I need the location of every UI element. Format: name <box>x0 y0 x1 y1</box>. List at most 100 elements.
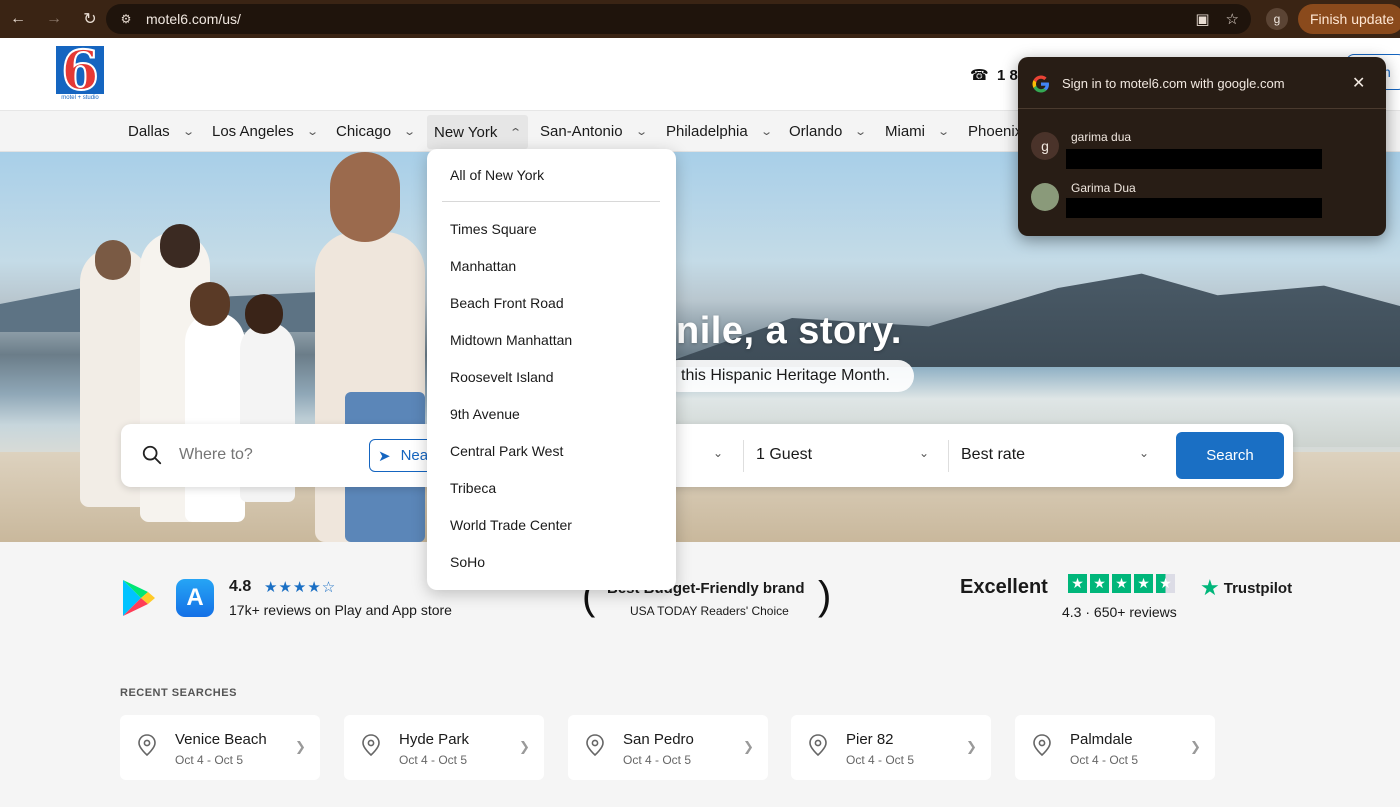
hero-title: nile, a story. <box>676 310 902 352</box>
dropdown-item[interactable]: Times Square <box>450 221 537 237</box>
chevron-down-icon: ⌄ <box>937 126 951 138</box>
rating-stars-icon: ★★★★☆ <box>264 579 337 596</box>
trustpilot-logo[interactable]: ★ Trustpilot <box>1200 575 1292 601</box>
half-star-icon: ★ <box>1156 574 1175 593</box>
dropdown-item[interactable]: Tribeca <box>450 480 496 496</box>
profile-avatar[interactable]: g <box>1266 8 1288 30</box>
app-rating-value: 4.8 <box>229 578 252 595</box>
redacted-email <box>1066 198 1322 218</box>
recent-search-card[interactable]: Palmdale Oct 4 - Oct 5 ❯ <box>1015 715 1215 780</box>
dropdown-item[interactable]: SoHo <box>450 554 485 570</box>
google-play-icon[interactable] <box>121 578 157 618</box>
dropdown-item-all-new-york[interactable]: All of New York <box>450 167 544 183</box>
chevron-right-icon: ❯ <box>519 739 530 754</box>
recent-search-card[interactable]: Pier 82 Oct 4 - Oct 5 ❯ <box>791 715 991 780</box>
city-nav-item[interactable]: Los Angeles ⌄ <box>205 111 324 152</box>
location-pin-icon <box>138 734 156 756</box>
app-reviews-text: 17k+ reviews on Play and App store <box>229 602 452 618</box>
recent-search-dates: Oct 4 - Oct 5 <box>399 753 468 767</box>
account-avatar[interactable]: g <box>1031 132 1059 160</box>
dropdown-item[interactable]: Beach Front Road <box>450 295 564 311</box>
city-nav-item[interactable]: Orlando ⌄ <box>782 111 873 152</box>
recent-search-title: Hyde Park <box>399 731 470 748</box>
back-arrow-icon[interactable]: ← <box>0 0 36 38</box>
dropdown-item[interactable]: Central Park West <box>450 443 563 459</box>
city-nav-item[interactable]: Chicago ⌄ <box>329 111 421 152</box>
ratings-row: A 4.8 ★★★★☆ 17k+ reviews on Play and App… <box>0 542 1400 662</box>
chevron-right-icon: ❯ <box>1190 739 1201 754</box>
search-button[interactable]: Search <box>1176 432 1284 479</box>
location-pin-icon <box>586 734 604 756</box>
bookmark-star-icon[interactable]: ☆ <box>1226 10 1239 28</box>
account-avatar-photo[interactable] <box>1031 183 1059 211</box>
google-logo-icon <box>1032 75 1049 93</box>
recent-searches-heading: RECENT SEARCHES <box>120 687 237 699</box>
guest-selector[interactable]: 1 Guest <box>756 446 812 464</box>
divider <box>948 440 949 472</box>
dropdown-item[interactable]: Manhattan <box>450 258 516 274</box>
recent-search-title: Pier 82 <box>846 731 894 748</box>
dropdown-item[interactable]: 9th Avenue <box>450 406 520 422</box>
location-pin-icon <box>362 734 380 756</box>
search-icon <box>142 445 162 465</box>
recent-search-card[interactable]: Hyde Park Oct 4 - Oct 5 ❯ <box>344 715 544 780</box>
location-pin-icon <box>809 734 827 756</box>
google-signin-popup: Sign in to motel6.com with google.com ✕ … <box>1018 57 1386 236</box>
location-pin-icon <box>1033 734 1051 756</box>
trustpilot-label: Excellent <box>960 576 1048 598</box>
reload-icon[interactable]: ↻ <box>72 0 108 38</box>
account-name[interactable]: garima dua <box>1071 130 1131 144</box>
cast-icon[interactable]: ▣ <box>1195 10 1209 28</box>
recent-search-dates: Oct 4 - Oct 5 <box>846 753 915 767</box>
recent-search-title: Palmdale <box>1070 731 1133 748</box>
chevron-down-icon: ⌄ <box>634 126 648 138</box>
logo-tagline: motel + studio <box>61 95 99 101</box>
city-nav-item[interactable]: Dallas ⌄ <box>121 111 200 152</box>
motel6-logo[interactable]: 6 <box>56 42 104 98</box>
award-subtitle: USA TODAY Readers' Choice <box>630 604 789 618</box>
city-nav-item[interactable]: Philadelphia ⌄ <box>659 111 778 152</box>
chevron-right-icon: ❯ <box>966 739 977 754</box>
trustpilot-stars: ★ ★ ★ ★ ★ <box>1068 574 1175 593</box>
chevron-down-icon[interactable]: ⌄ <box>1139 446 1149 460</box>
redacted-email <box>1066 149 1322 169</box>
chevron-down-icon: ⌄ <box>403 126 417 138</box>
recent-search-card[interactable]: San Pedro Oct 4 - Oct 5 ❯ <box>568 715 768 780</box>
address-bar[interactable]: ⚙ motel6.com/us/ ▣ ☆ <box>106 4 1251 34</box>
rate-selector[interactable]: Best rate <box>961 446 1025 464</box>
destination-input[interactable] <box>179 446 359 464</box>
star-icon: ★ <box>1134 574 1153 593</box>
chevron-right-icon: ❯ <box>743 739 754 754</box>
forward-arrow-icon[interactable]: → <box>36 0 72 38</box>
chevron-right-icon: ❯ <box>295 739 306 754</box>
dropdown-divider <box>442 201 660 202</box>
finish-update-button[interactable]: Finish update <box>1298 4 1400 34</box>
laurel-right-icon: ) <box>818 574 832 618</box>
trustpilot-star-icon: ★ <box>1200 575 1220 600</box>
new-york-dropdown-menu: All of New York Times Square Manhattan B… <box>427 149 676 590</box>
hero-subtitle-pill: this Hispanic Heritage Month. <box>662 360 914 392</box>
phone-number[interactable]: 1 8 <box>997 67 1018 84</box>
recent-search-dates: Oct 4 - Oct 5 <box>623 753 692 767</box>
popup-divider <box>1018 108 1386 109</box>
divider <box>743 440 744 472</box>
close-icon[interactable]: ✕ <box>1352 73 1365 93</box>
app-store-icon[interactable]: A <box>176 579 214 617</box>
dropdown-item[interactable]: Midtown Manhattan <box>450 332 572 348</box>
city-nav-item[interactable]: San-Antonio ⌄ <box>533 111 653 152</box>
account-name[interactable]: Garima Dua <box>1071 181 1136 195</box>
star-icon: ★ <box>1112 574 1131 593</box>
chevron-down-icon[interactable]: ⌄ <box>919 446 929 460</box>
city-nav-item-active[interactable]: New York ⌃ <box>427 115 528 149</box>
url-text: motel6.com/us/ <box>146 11 241 27</box>
site-settings-icon[interactable]: ⚙ <box>118 11 134 27</box>
navigation-arrow-icon: ➤ <box>378 447 391 465</box>
city-nav-item[interactable]: Miami ⌄ <box>878 111 955 152</box>
chevron-down-icon[interactable]: ⌄ <box>713 446 723 460</box>
recent-search-title: San Pedro <box>623 731 694 748</box>
star-icon: ★ <box>1090 574 1109 593</box>
dropdown-item[interactable]: World Trade Center <box>450 517 572 533</box>
dropdown-item[interactable]: Roosevelt Island <box>450 369 554 385</box>
recent-search-dates: Oct 4 - Oct 5 <box>175 753 244 767</box>
recent-search-card[interactable]: Venice Beach Oct 4 - Oct 5 ❯ <box>120 715 320 780</box>
